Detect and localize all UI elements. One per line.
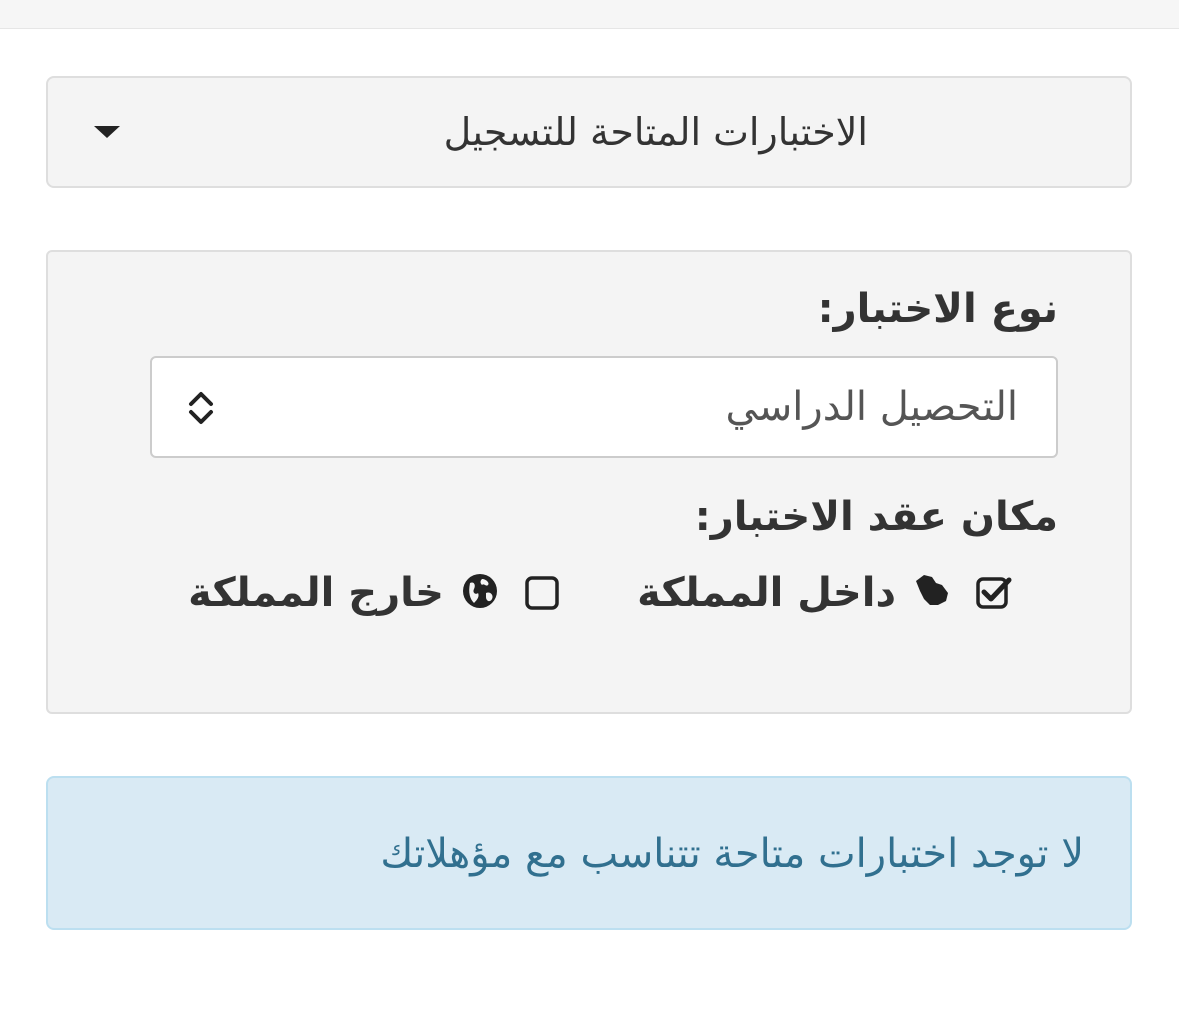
- saudi-map-icon: [916, 575, 948, 605]
- test-type-label: نوع الاختبار:: [817, 286, 1058, 332]
- alert-message: لا توجد اختبارات متاحة تتناسب مع مؤهلاتك: [380, 831, 1084, 877]
- caret-down-icon[interactable]: [94, 126, 120, 138]
- option-outside-kingdom[interactable]: خارج المملكة: [188, 568, 560, 618]
- no-tests-alert: لا توجد اختبارات متاحة تتناسب مع مؤهلاتك: [46, 776, 1132, 930]
- top-bar: [0, 0, 1179, 29]
- saudi-map-icon-wrap: [912, 571, 952, 615]
- filter-panel: نوع الاختبار: التحصيل الدراسي مكان عقد ا…: [46, 250, 1132, 714]
- dropdown-title: الاختبارات المتاحة للتسجيل: [443, 110, 868, 154]
- checkbox-unchecked-icon[interactable]: [524, 575, 560, 611]
- test-type-select[interactable]: التحصيل الدراسي: [150, 356, 1058, 458]
- option-outside-label: خارج المملكة: [188, 570, 444, 616]
- test-place-label: مكان عقد الاختبار:: [694, 494, 1058, 540]
- select-arrows-icon: [189, 392, 213, 424]
- globe-icon-wrap: [460, 571, 500, 615]
- globe-icon: [463, 574, 497, 608]
- option-inside-label: داخل المملكة: [637, 570, 896, 616]
- test-type-select-value: التحصيل الدراسي: [725, 384, 1018, 430]
- option-inside-kingdom[interactable]: داخل المملكة: [637, 568, 1012, 618]
- available-tests-dropdown[interactable]: الاختبارات المتاحة للتسجيل: [46, 76, 1132, 188]
- checkbox-checked-icon[interactable]: [976, 575, 1012, 611]
